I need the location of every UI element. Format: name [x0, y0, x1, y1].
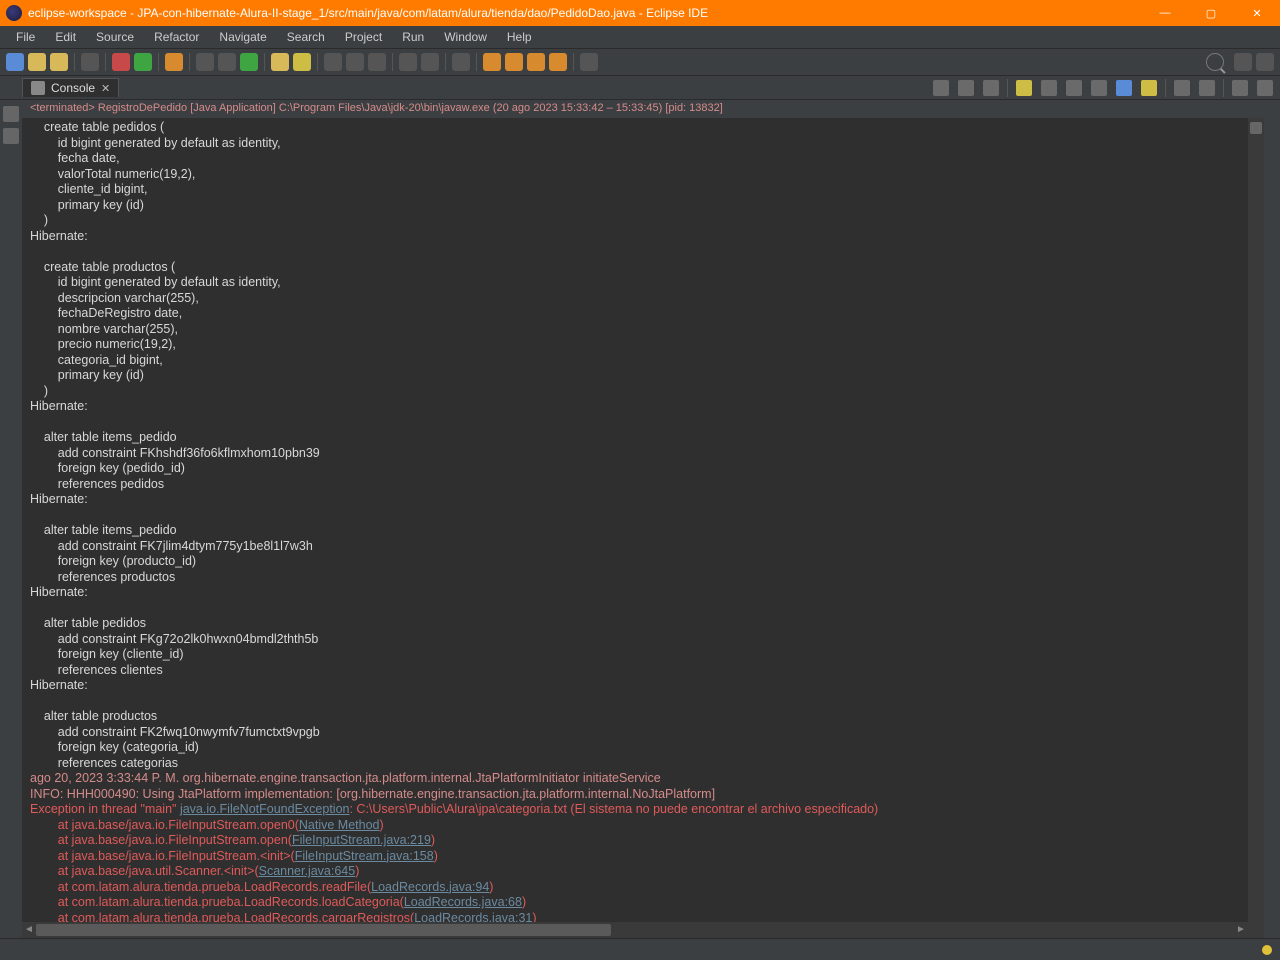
close-icon[interactable]: ✕: [101, 82, 110, 95]
pin-console-icon[interactable]: [1091, 80, 1107, 96]
main-toolbar: [0, 48, 1280, 76]
minimize-view-icon[interactable]: [1232, 80, 1248, 96]
menu-window[interactable]: Window: [434, 28, 497, 46]
menu-source[interactable]: Source: [86, 28, 144, 46]
scroll-lock-icon[interactable]: [1041, 80, 1057, 96]
right-trim: [1264, 100, 1280, 938]
back-icon[interactable]: [483, 53, 501, 71]
show-console-stdout-icon[interactable]: [1174, 80, 1190, 96]
console-icon: [31, 81, 45, 95]
console-tab-label: Console: [51, 81, 95, 95]
clear-console-icon[interactable]: [1016, 80, 1032, 96]
separator: [189, 53, 190, 71]
separator: [1007, 79, 1008, 97]
back-history-icon[interactable]: [527, 53, 545, 71]
close-button[interactable]: ✕: [1234, 0, 1280, 26]
new-icon[interactable]: [6, 53, 24, 71]
trim-stack: [0, 100, 22, 938]
search-icon[interactable]: [293, 53, 311, 71]
remove-launch-icon[interactable]: [958, 80, 974, 96]
quick-access-icon[interactable]: [1206, 53, 1224, 71]
new-class-icon[interactable]: [240, 53, 258, 71]
console-toolbar: [930, 79, 1280, 97]
menu-search[interactable]: Search: [277, 28, 335, 46]
debug-icon[interactable]: [112, 53, 130, 71]
remove-all-icon[interactable]: [983, 80, 999, 96]
separator: [476, 53, 477, 71]
save-icon[interactable]: [28, 53, 46, 71]
menu-navigate[interactable]: Navigate: [209, 28, 276, 46]
separator: [1165, 79, 1166, 97]
toggle-mark-icon[interactable]: [324, 53, 342, 71]
annotation-next-icon[interactable]: [421, 53, 439, 71]
vertical-scrollbar[interactable]: [1248, 118, 1264, 922]
save-all-icon[interactable]: [50, 53, 68, 71]
menu-edit[interactable]: Edit: [45, 28, 86, 46]
menu-bar: File Edit Source Refactor Navigate Searc…: [0, 26, 1280, 48]
restore-icon[interactable]: [3, 106, 19, 122]
run-icon[interactable]: [134, 53, 152, 71]
maximize-view-icon[interactable]: [1257, 80, 1273, 96]
menu-refactor[interactable]: Refactor: [144, 28, 209, 46]
perspective-java-icon[interactable]: [1234, 53, 1252, 71]
new-package-icon[interactable]: [218, 53, 236, 71]
scroll-left-icon[interactable]: ◄: [22, 923, 36, 937]
window-title: eclipse-workspace - JPA-con-hibernate-Al…: [28, 6, 1142, 20]
separator: [573, 53, 574, 71]
separator: [105, 53, 106, 71]
maximize-button[interactable]: ▢: [1188, 0, 1234, 26]
toggle-breadcrumb-icon[interactable]: [81, 53, 99, 71]
menu-project[interactable]: Project: [335, 28, 392, 46]
scroll-right-icon[interactable]: ►: [1234, 923, 1248, 937]
separator: [264, 53, 265, 71]
view-tab-bar: Console ✕: [0, 76, 1280, 100]
status-bar: [0, 938, 1280, 960]
new-java-project-icon[interactable]: [196, 53, 214, 71]
minimize-button[interactable]: —: [1142, 0, 1188, 26]
forward-history-icon[interactable]: [549, 53, 567, 71]
terminate-icon[interactable]: [933, 80, 949, 96]
coverage-icon[interactable]: [165, 53, 183, 71]
pin-editor-icon[interactable]: [580, 53, 598, 71]
show-whitespace-icon[interactable]: [368, 53, 386, 71]
menu-file[interactable]: File: [6, 28, 45, 46]
toggle-block-icon[interactable]: [346, 53, 364, 71]
show-console-stderr-icon[interactable]: [1199, 80, 1215, 96]
forward-icon[interactable]: [505, 53, 523, 71]
open-console-icon[interactable]: [1141, 80, 1157, 96]
console-tab[interactable]: Console ✕: [22, 78, 119, 97]
eclipse-icon: [6, 5, 22, 21]
package-explorer-icon[interactable]: [3, 128, 19, 144]
menu-run[interactable]: Run: [392, 28, 434, 46]
console-output[interactable]: create table pedidos ( id bigint generat…: [22, 118, 1248, 922]
title-bar: eclipse-workspace - JPA-con-hibernate-Al…: [0, 0, 1280, 26]
separator: [74, 53, 75, 71]
last-edit-icon[interactable]: [452, 53, 470, 71]
separator: [445, 53, 446, 71]
menu-help[interactable]: Help: [497, 28, 542, 46]
separator: [1223, 79, 1224, 97]
perspective-open-icon[interactable]: [1256, 53, 1274, 71]
word-wrap-icon[interactable]: [1066, 80, 1082, 96]
separator: [317, 53, 318, 71]
terminated-line: <terminated> RegistroDePedido [Java Appl…: [22, 100, 1264, 118]
annotation-prev-icon[interactable]: [399, 53, 417, 71]
horizontal-scrollbar[interactable]: ◄ ►: [22, 922, 1264, 938]
open-type-icon[interactable]: [271, 53, 289, 71]
display-selected-icon[interactable]: [1116, 80, 1132, 96]
separator: [392, 53, 393, 71]
separator: [158, 53, 159, 71]
tip-icon[interactable]: [1262, 945, 1272, 955]
